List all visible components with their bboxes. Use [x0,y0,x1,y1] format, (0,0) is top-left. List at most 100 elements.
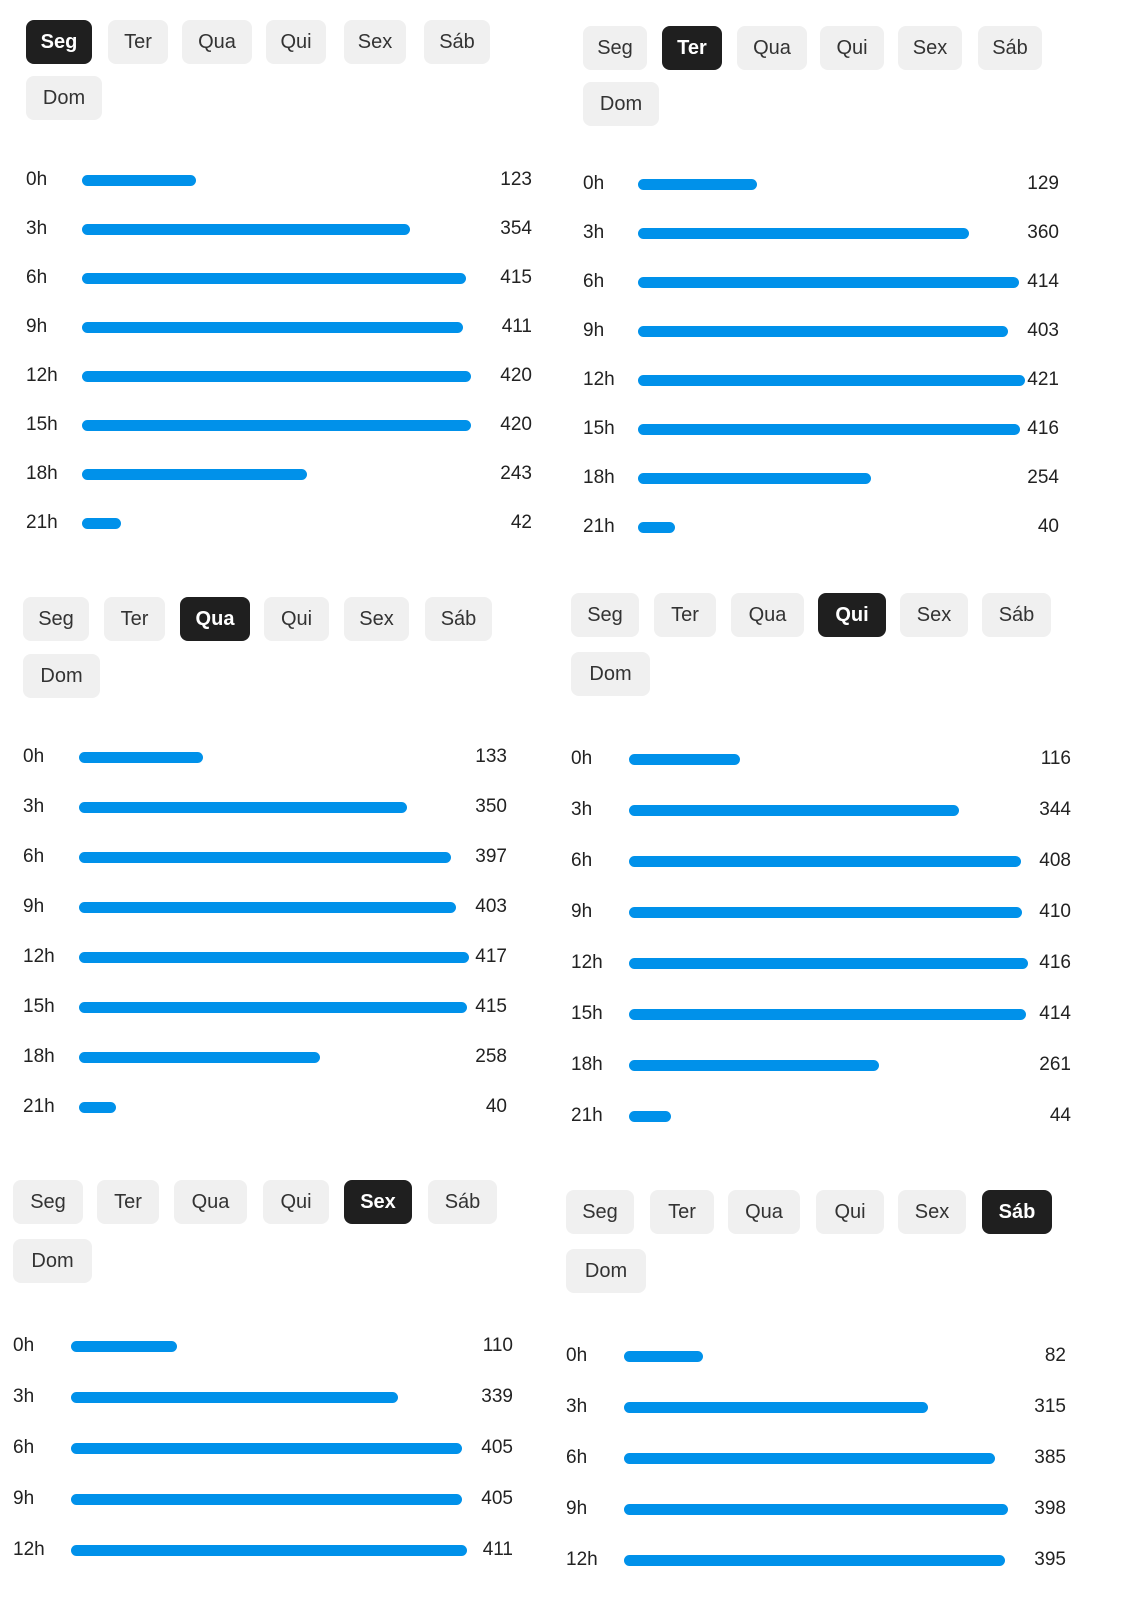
tab-qui[interactable]: Qui [816,1190,884,1234]
hour-value: 44 [1049,1105,1071,1126]
tab-qui[interactable]: Qui [820,26,884,70]
hour-label: 9h [583,320,605,341]
hour-value: 420 [500,414,532,435]
hour-bar [629,1110,671,1122]
hour-value: 116 [1040,748,1071,769]
hour-label: 18h [23,1046,55,1067]
tab-seg[interactable]: Seg [23,597,89,641]
hour-value: 405 [481,1437,513,1458]
hour-bar [624,1452,995,1464]
tab-dom[interactable]: Dom [566,1249,646,1293]
tab-sex[interactable]: Sex [344,20,406,64]
hour-row: 6h 415 [26,266,546,290]
hour-row: 12h 421 [583,368,1103,392]
hour-value: 415 [500,267,532,288]
hour-value: 414 [1027,271,1059,292]
hour-bar [79,801,407,813]
tab-qua[interactable]: Qua [174,1180,247,1224]
hour-row: 6h 405 [13,1436,533,1460]
hour-bar [79,901,456,913]
hour-row: 0h 110 [13,1334,533,1358]
tab-dom[interactable]: Dom [571,652,650,696]
hour-row: 18h 243 [26,462,546,486]
tab-sab[interactable]: Sáb [982,1190,1052,1234]
tab-qui[interactable]: Qui [266,20,326,64]
hour-value: 411 [501,316,532,337]
hour-value: 411 [482,1539,513,1560]
tab-sab[interactable]: Sáb [424,20,490,64]
hour-row: 0h 116 [571,747,1091,771]
tab-sex[interactable]: Sex [344,1180,412,1224]
hour-bar [638,521,675,533]
hour-row: 6h 385 [566,1446,1086,1470]
tab-qua[interactable]: Qua [728,1190,800,1234]
day-tabs: Seg Ter Qua Qui Sex Sáb Dom [566,1190,1086,1320]
hour-row: 3h 350 [23,795,543,819]
hour-label: 21h [571,1105,603,1126]
tab-qui[interactable]: Qui [263,1180,329,1224]
hour-bar [638,227,969,239]
tab-dom[interactable]: Dom [26,76,102,120]
hour-bar [79,951,469,963]
hour-label: 0h [26,169,48,190]
tab-sab[interactable]: Sáb [425,597,492,641]
tab-seg[interactable]: Seg [566,1190,634,1234]
day-chart-panel: Seg Ter Qua Qui Sex Sáb Dom 0h 82 3h 315 6h 385 9h 398… [566,1190,1086,1570]
tab-ter[interactable]: Ter [108,20,168,64]
hour-value: 397 [475,846,507,867]
tab-ter[interactable]: Ter [654,593,716,637]
hour-bar [71,1340,177,1352]
hour-value: 408 [1039,850,1071,871]
hour-row: 9h 398 [566,1497,1086,1521]
tab-dom[interactable]: Dom [23,654,100,698]
tab-seg[interactable]: Seg [583,26,647,70]
hour-label: 18h [583,467,615,488]
day-chart-panel: Seg Ter Qua Qui Sex Sáb Dom 0h 116 3h 344 6h 408 9h 41… [571,593,1091,1126]
hour-bar [71,1442,462,1454]
tab-seg[interactable]: Seg [26,20,92,64]
tab-qua[interactable]: Qua [182,20,252,64]
tab-ter[interactable]: Ter [97,1180,159,1224]
tab-seg[interactable]: Seg [13,1180,83,1224]
tab-sab[interactable]: Sáb [982,593,1051,637]
hour-row: 9h 410 [571,900,1091,924]
hour-label: 3h [583,222,605,243]
tab-ter[interactable]: Ter [650,1190,714,1234]
hour-label: 6h [566,1447,588,1468]
hour-row: 12h 411 [13,1538,533,1562]
hour-bar [79,851,451,863]
tab-sab[interactable]: Sáb [428,1180,497,1224]
hour-label: 0h [566,1345,588,1366]
tab-qua[interactable]: Qua [731,593,804,637]
tab-ter[interactable]: Ter [104,597,165,641]
hour-value: 403 [475,896,507,917]
day-tabs: Seg Ter Qua Qui Sex Sáb Dom [13,1180,533,1310]
tab-sex[interactable]: Sex [898,1190,966,1234]
hour-label: 6h [23,846,45,867]
tab-ter[interactable]: Ter [662,26,722,70]
tab-sab[interactable]: Sáb [978,26,1042,70]
hour-bar [638,423,1020,435]
hour-bar [82,272,466,284]
tab-sex[interactable]: Sex [344,597,409,641]
tab-dom[interactable]: Dom [13,1239,92,1283]
hour-label: 15h [571,1003,603,1024]
hour-label: 12h [583,369,615,390]
hour-label: 21h [583,516,615,537]
hour-bar [629,906,1022,918]
hour-bar [71,1391,398,1403]
hour-label: 9h [13,1488,35,1509]
tab-qui[interactable]: Qui [264,597,329,641]
hour-bar [82,419,471,431]
tab-sex[interactable]: Sex [898,26,962,70]
hour-label: 21h [26,512,58,533]
hour-value: 395 [1034,1549,1066,1570]
tab-seg[interactable]: Seg [571,593,639,637]
tab-qua[interactable]: Qua [180,597,250,641]
tab-qui[interactable]: Qui [818,593,886,637]
day-chart-panel: Seg Ter Qua Qui Sex Sáb Dom 0h 133 3h 350 6h 397 9h 40… [23,597,543,1117]
tab-sex[interactable]: Sex [900,593,968,637]
hour-bar [638,325,1008,337]
tab-qua[interactable]: Qua [737,26,807,70]
tab-dom[interactable]: Dom [583,82,659,126]
